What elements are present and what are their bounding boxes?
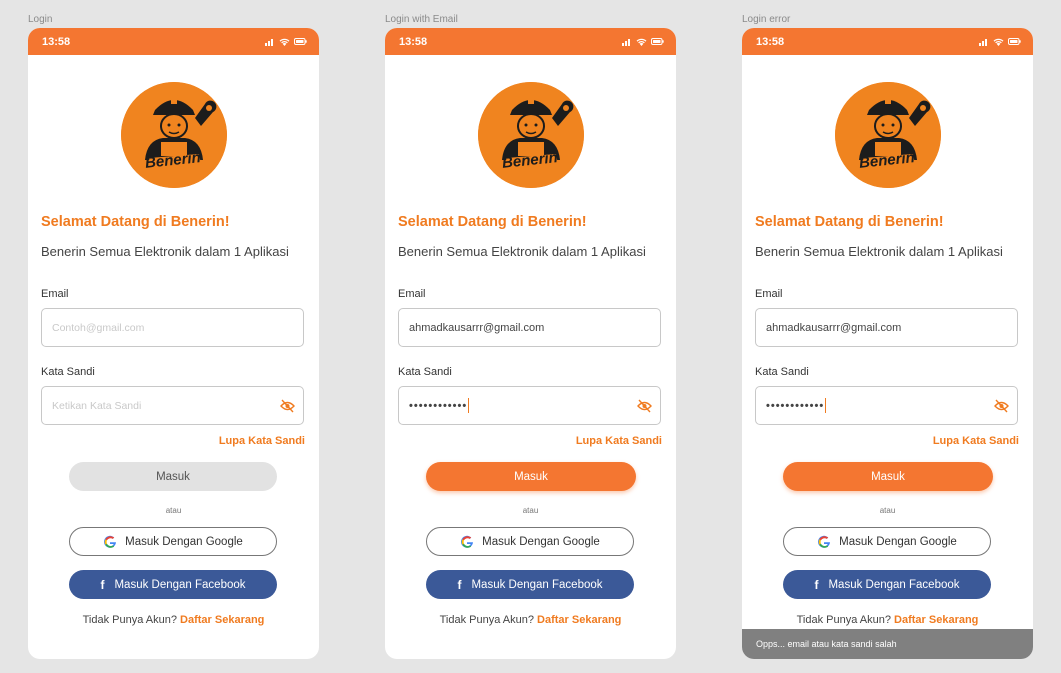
signup-link[interactable]: Daftar Sekarang (537, 614, 621, 626)
technician-mascot-icon (478, 82, 584, 188)
facebook-login-label: Masuk Dengan Facebook (828, 578, 960, 591)
password-field[interactable]: •••••••••••• (398, 386, 661, 425)
wifi-icon (279, 38, 290, 46)
email-value: ahmadkausarrr@gmail.com (766, 321, 902, 334)
frame-label: Login error (742, 14, 791, 25)
frame-login-error: Login error 13:58 Benerin Selamat Datang… (742, 12, 1033, 659)
google-login-button[interactable]: Masuk Dengan Google (69, 527, 277, 556)
password-value: •••••••••••• (409, 399, 468, 412)
signup-link[interactable]: Daftar Sekarang (894, 614, 978, 626)
frame-label: Login (28, 14, 53, 25)
password-label: Kata Sandi (398, 366, 452, 378)
google-login-label: Masuk Dengan Google (839, 535, 957, 548)
or-separator: atau (522, 506, 539, 515)
facebook-login-label: Masuk Dengan Facebook (114, 578, 246, 591)
signup-row: Tidak Punya Akun? Daftar Sekarang (742, 614, 1033, 626)
welcome-title: Selamat Datang di Benerin! (755, 214, 944, 230)
google-icon (104, 535, 117, 548)
signal-icon (265, 38, 273, 46)
forgot-password-link[interactable]: Lupa Kata Sandi (933, 435, 1019, 447)
battery-icon (294, 38, 307, 45)
email-label: Email (41, 288, 69, 300)
email-value: ahmadkausarrr@gmail.com (409, 321, 545, 334)
signal-icon (622, 38, 630, 46)
frame-login: Login 13:58 Benerin Selamat Datang di Be… (28, 12, 319, 659)
text-cursor (468, 398, 470, 413)
status-bar: 13:58 (385, 28, 676, 55)
password-placeholder: Ketikan Kata Sandi (52, 399, 142, 412)
password-label: Kata Sandi (41, 366, 95, 378)
forgot-password-link[interactable]: Lupa Kata Sandi (219, 435, 305, 447)
phone-screen: 13:58 Benerin Selamat Datang di Benerin!… (742, 28, 1033, 659)
facebook-login-button[interactable]: f Masuk Dengan Facebook (69, 570, 277, 599)
facebook-login-button[interactable]: f Masuk Dengan Facebook (783, 570, 991, 599)
signup-prompt: Tidak Punya Akun? (82, 614, 177, 626)
email-placeholder: Contoh@gmail.com (52, 321, 145, 334)
login-button[interactable]: Masuk (783, 462, 993, 491)
forgot-password-link[interactable]: Lupa Kata Sandi (576, 435, 662, 447)
google-login-label: Masuk Dengan Google (125, 535, 243, 548)
status-icons (979, 38, 1021, 46)
email-label: Email (755, 288, 783, 300)
password-label: Kata Sandi (755, 366, 809, 378)
welcome-title: Selamat Datang di Benerin! (398, 214, 587, 230)
facebook-icon: f (814, 577, 819, 592)
wifi-icon (993, 38, 1004, 46)
facebook-icon: f (457, 577, 462, 592)
status-bar: 13:58 (742, 28, 1033, 55)
text-cursor (825, 398, 827, 413)
google-icon (818, 535, 831, 548)
or-separator: atau (879, 506, 896, 515)
password-field[interactable]: Ketikan Kata Sandi (41, 386, 304, 425)
phone-screen: 13:58 Benerin Selamat Datang di Benerin!… (385, 28, 676, 659)
facebook-login-button[interactable]: f Masuk Dengan Facebook (426, 570, 634, 599)
signup-prompt: Tidak Punya Akun? (796, 614, 891, 626)
welcome-subtitle: Benerin Semua Elektronik dalam 1 Aplikas… (755, 244, 1003, 259)
password-value: •••••••••••• (766, 399, 825, 412)
frame-label: Login with Email (385, 14, 458, 25)
status-time: 13:58 (399, 35, 428, 48)
google-login-button[interactable]: Masuk Dengan Google (426, 527, 634, 556)
signup-row: Tidak Punya Akun? Daftar Sekarang (28, 614, 319, 626)
welcome-title: Selamat Datang di Benerin! (41, 214, 230, 230)
google-login-label: Masuk Dengan Google (482, 535, 600, 548)
eye-off-icon[interactable] (994, 399, 1009, 413)
status-icons (265, 38, 307, 46)
battery-icon (1008, 38, 1021, 45)
phone-screen: 13:58 Benerin Selamat Datang di Benerin!… (28, 28, 319, 659)
signup-link[interactable]: Daftar Sekarang (180, 614, 264, 626)
benerin-logo: Benerin (478, 82, 584, 188)
wifi-icon (636, 38, 647, 46)
technician-mascot-icon (121, 82, 227, 188)
google-icon (461, 535, 474, 548)
benerin-logo: Benerin (121, 82, 227, 188)
email-field[interactable]: ahmadkausarrr@gmail.com (398, 308, 661, 347)
welcome-subtitle: Benerin Semua Elektronik dalam 1 Aplikas… (41, 244, 289, 259)
eye-off-icon[interactable] (637, 399, 652, 413)
facebook-login-label: Masuk Dengan Facebook (471, 578, 603, 591)
google-login-button[interactable]: Masuk Dengan Google (783, 527, 991, 556)
battery-icon (651, 38, 664, 45)
login-button[interactable]: Masuk (69, 462, 277, 491)
signal-icon (979, 38, 987, 46)
technician-mascot-icon (835, 82, 941, 188)
status-icons (622, 38, 664, 46)
email-field[interactable]: ahmadkausarrr@gmail.com (755, 308, 1018, 347)
or-separator: atau (165, 506, 182, 515)
email-field[interactable]: Contoh@gmail.com (41, 308, 304, 347)
email-label: Email (398, 288, 426, 300)
welcome-subtitle: Benerin Semua Elektronik dalam 1 Aplikas… (398, 244, 646, 259)
eye-off-icon[interactable] (280, 399, 295, 413)
login-button[interactable]: Masuk (426, 462, 636, 491)
facebook-icon: f (100, 577, 105, 592)
frame-login-with-email: Login with Email 13:58 Benerin Selamat D… (385, 12, 676, 659)
signup-row: Tidak Punya Akun? Daftar Sekarang (385, 614, 676, 626)
status-time: 13:58 (42, 35, 71, 48)
status-time: 13:58 (756, 35, 785, 48)
signup-prompt: Tidak Punya Akun? (439, 614, 534, 626)
benerin-logo: Benerin (835, 82, 941, 188)
error-toast: Opps... email atau kata sandi salah (742, 629, 1033, 659)
password-field[interactable]: •••••••••••• (755, 386, 1018, 425)
status-bar: 13:58 (28, 28, 319, 55)
